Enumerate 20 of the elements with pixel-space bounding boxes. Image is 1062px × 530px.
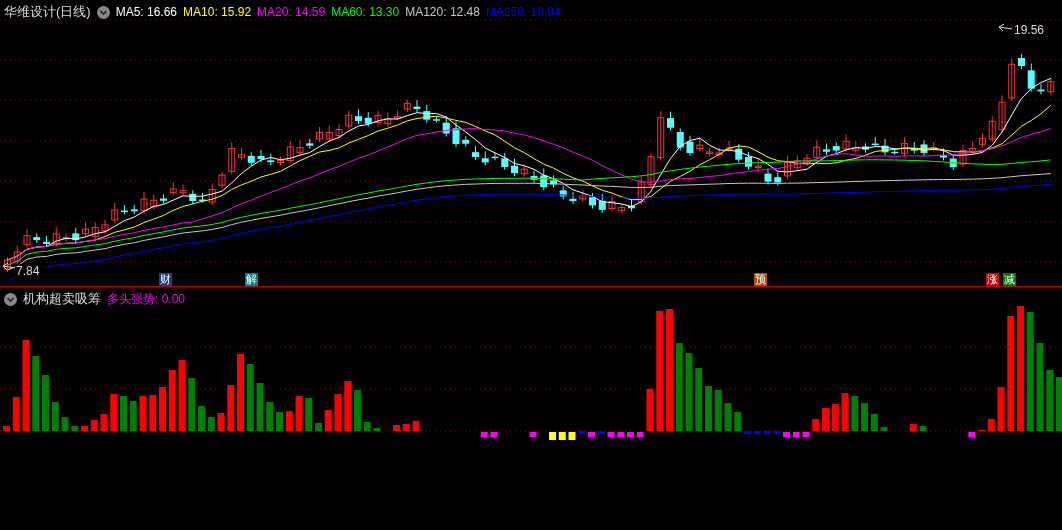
event-marker[interactable]: 财 (159, 273, 172, 286)
high-price-label: 19.56 (1014, 23, 1045, 37)
moving-average-legend-label: MA250: 10.94 (485, 5, 561, 19)
low-price-label: 7.84 (16, 264, 40, 278)
moving-average-legend-label: MA60: 13.30 (331, 5, 400, 19)
indicator-title: 机构超卖吸筹 (23, 290, 101, 308)
event-marker[interactable]: 预 (754, 273, 767, 286)
event-marker[interactable]: 涨 (986, 273, 999, 286)
event-marker[interactable]: 减 (1003, 273, 1016, 286)
high-price-arrow-icon (998, 23, 1013, 32)
indicator-legend-label: 多头强势: 0.00 (107, 290, 186, 308)
moving-average-legend-label: MA5: 16.66 (115, 5, 178, 19)
low-price-arrow-icon (2, 262, 17, 271)
moving-average-legend-label: MA10: 15.92 (183, 5, 252, 19)
chart-title: 华维设计(日线) (4, 3, 91, 21)
event-marker[interactable]: 解 (245, 273, 258, 286)
moving-average-legend-label: MA20: 14.59 (257, 5, 326, 19)
chevron-down-icon[interactable] (96, 5, 110, 19)
chevron-down-icon[interactable] (4, 292, 17, 306)
moving-average-legend-label: MA120: 12.48 (405, 5, 480, 19)
